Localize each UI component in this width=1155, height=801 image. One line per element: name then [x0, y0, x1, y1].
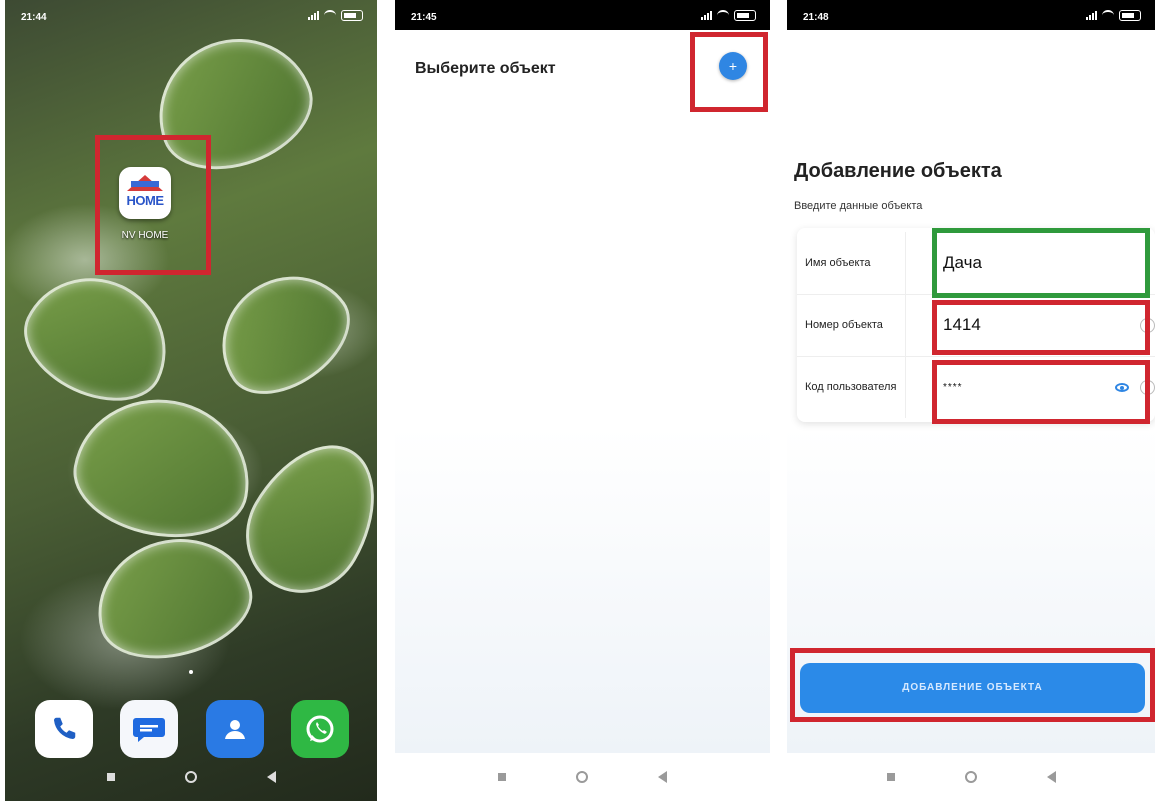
object-number-label: Номер объекта: [805, 294, 906, 356]
status-bar: 21:44: [5, 0, 377, 30]
status-time: 21:48: [803, 12, 829, 23]
highlight-add-button: [690, 32, 768, 112]
highlight-submit-button: [790, 648, 1155, 722]
battery-icon: [341, 10, 363, 21]
status-time: 21:44: [21, 12, 47, 23]
status-icons: [701, 10, 756, 21]
status-icons: [308, 10, 363, 21]
nav-bar: [5, 753, 377, 801]
recents-button[interactable]: [886, 773, 895, 781]
status-icons: [1086, 10, 1141, 21]
home-button[interactable]: [964, 771, 977, 783]
status-bar: 21:45: [395, 0, 770, 30]
page-subtitle: Введите данные объекта: [794, 200, 923, 212]
phone-icon: [35, 700, 93, 758]
home-button[interactable]: [576, 771, 588, 783]
highlight-user-code: [932, 360, 1150, 424]
user-code-label: Код пользователя: [805, 356, 906, 418]
wifi-icon: [717, 10, 729, 21]
page-title: Выберите объект: [415, 60, 556, 77]
wifi-icon: [324, 10, 336, 21]
battery-icon: [734, 10, 756, 21]
signal-icon: [308, 11, 319, 20]
messages-icon: [120, 700, 178, 758]
add-object-screen: 21:48 Добавление объекта Введите данные …: [787, 0, 1155, 801]
screen-body: [395, 30, 770, 753]
recents-button[interactable]: [498, 773, 506, 781]
wifi-icon: [1102, 10, 1114, 21]
signal-icon: [1086, 11, 1097, 20]
select-object-screen: 21:45 Выберите объект +: [395, 0, 770, 801]
messages-app[interactable]: [120, 700, 178, 758]
back-button[interactable]: [266, 771, 276, 783]
recents-button[interactable]: [106, 773, 115, 781]
highlight-app-icon: [95, 135, 211, 275]
back-button[interactable]: [658, 771, 667, 783]
page-title: Добавление объекта: [794, 160, 1002, 182]
phone-app[interactable]: [35, 700, 93, 758]
object-name-label: Имя объекта: [805, 232, 906, 294]
home-screen: 21:44 HOME NV HOME: [5, 0, 377, 801]
contacts-app[interactable]: [206, 700, 264, 758]
status-time: 21:45: [411, 12, 437, 23]
nav-bar: [395, 753, 770, 801]
status-bar: 21:48: [787, 0, 1155, 30]
nav-bar: [787, 753, 1155, 801]
whatsapp-icon: [291, 700, 349, 758]
whatsapp-app[interactable]: [291, 700, 349, 758]
highlight-object-name: [932, 228, 1150, 298]
back-button[interactable]: [1046, 771, 1056, 783]
battery-icon: [1119, 10, 1141, 21]
page-indicator: [5, 670, 377, 674]
home-button[interactable]: [184, 771, 197, 783]
signal-icon: [701, 11, 712, 20]
highlight-object-number: [932, 300, 1150, 355]
contacts-icon: [206, 700, 264, 758]
